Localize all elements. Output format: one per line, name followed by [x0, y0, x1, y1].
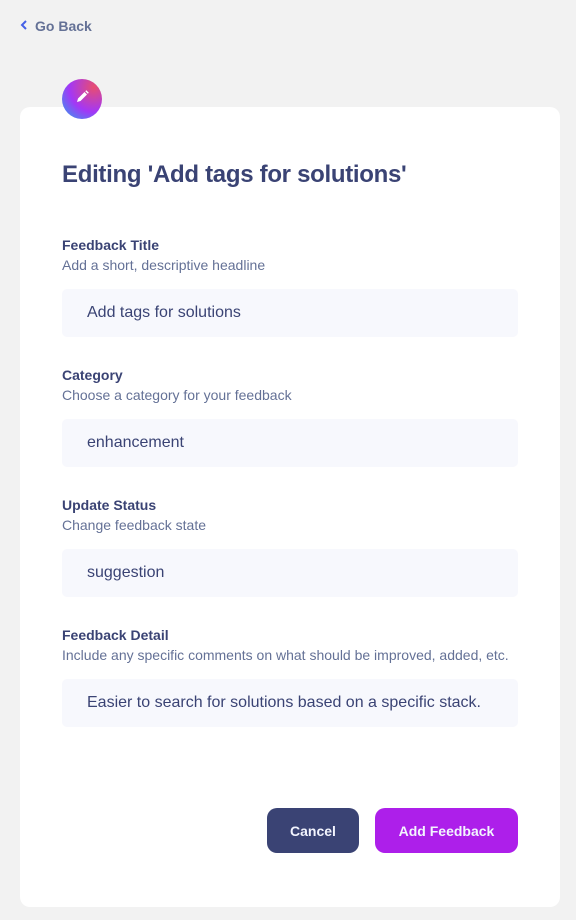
category-field: Category Choose a category for your feed… — [62, 367, 518, 467]
status-field: Update Status Change feedback state sugg… — [62, 497, 518, 597]
cancel-button[interactable]: Cancel — [267, 808, 359, 853]
feedback-title-field: Feedback Title Add a short, descriptive … — [62, 237, 518, 337]
status-select[interactable]: suggestion — [62, 549, 518, 597]
field-label: Feedback Title — [62, 237, 160, 253]
feedback-title-input[interactable]: Add tags for solutions — [62, 289, 518, 337]
feedback-detail-textarea[interactable]: Easier to search for solutions based on … — [62, 679, 518, 727]
field-label: Category — [62, 367, 123, 383]
field-description: Choose a category for your feedback — [62, 387, 292, 403]
pen-icon — [74, 89, 90, 110]
page-title: Editing 'Add tags for solutions' — [62, 161, 407, 188]
edit-badge — [62, 79, 102, 119]
feedback-detail-field: Feedback Detail Include any specific com… — [62, 627, 518, 727]
go-back-label: Go Back — [35, 18, 92, 34]
field-description: Change feedback state — [62, 517, 206, 533]
field-description: Add a short, descriptive headline — [62, 257, 266, 273]
add-feedback-button[interactable]: Add Feedback — [375, 808, 518, 853]
field-label: Feedback Detail — [62, 627, 169, 643]
go-back-link[interactable]: Go Back — [20, 18, 92, 34]
field-description: Include any specific comments on what sh… — [62, 647, 509, 663]
chevron-left-icon — [20, 18, 27, 32]
category-select[interactable]: enhancement — [62, 419, 518, 467]
field-label: Update Status — [62, 497, 157, 513]
